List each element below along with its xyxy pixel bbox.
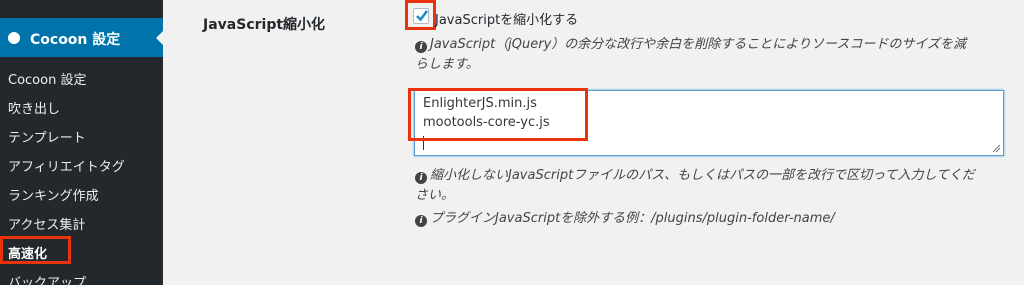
admin-sidebar: Cocoon 設定 Cocoon 設定 吹き出し テンプレート アフィリエイトタ… <box>0 0 164 291</box>
textarea-highlight-box <box>408 88 588 141</box>
submenu-item-ranking[interactable]: ランキング作成 <box>8 185 99 204</box>
submenu-item-backup[interactable]: バックアップ <box>8 272 86 291</box>
submenu-item-cocoon-settings[interactable]: Cocoon 設定 <box>8 69 86 88</box>
minify-js-checkbox-label[interactable]: JavaScriptを縮小化する <box>435 9 578 28</box>
help-text-plugin-example: i プラグインJavaScriptを除外する例：/plugins/plugin-f… <box>415 209 835 229</box>
resize-handle-icon[interactable] <box>992 144 1001 153</box>
info-icon: i <box>415 172 427 184</box>
menu-cocoon-settings-label: Cocoon 設定 <box>30 32 121 48</box>
help-text-minify: i JavaScript（jQuery）の余分な改行や余白を削除することによりソー… <box>415 35 966 55</box>
setting-label: JavaScript縮小化 <box>203 17 326 33</box>
checkbox-highlight-box <box>405 0 436 30</box>
sidebar-edge <box>163 0 190 285</box>
help-text-exclude-line2: さい。 <box>415 188 455 203</box>
submenu-item-access-stats[interactable]: アクセス集計 <box>8 214 85 233</box>
help-text-exclude: i 縮小化しないJavaScriptファイルのパス、もしくはパスの一部を改行で区切… <box>415 166 975 186</box>
cocoon-icon <box>8 32 20 44</box>
menu-cocoon-settings[interactable]: Cocoon 設定 <box>0 18 164 57</box>
help-text-exclude-line1: 縮小化しないJavaScriptファイルのパス、もしくはパスの一部を改行で区切っ… <box>430 168 975 183</box>
help-text-line2: らします。 <box>415 57 479 72</box>
submenu-item-affiliate-tag[interactable]: アフィリエイトタグ <box>8 156 125 175</box>
submenu-item-speech-balloon[interactable]: 吹き出し <box>8 98 60 117</box>
help-text-line1: JavaScript（jQuery）の余分な改行や余白を削除することによりソース… <box>430 37 966 52</box>
help-text-plugin-example-text: プラグインJavaScriptを除外する例：/plugins/plugin-fo… <box>430 211 835 226</box>
submenu-item-template[interactable]: テンプレート <box>8 127 86 146</box>
info-icon: i <box>415 41 427 53</box>
speedup-highlight-box <box>0 236 71 264</box>
info-icon: i <box>415 215 427 227</box>
